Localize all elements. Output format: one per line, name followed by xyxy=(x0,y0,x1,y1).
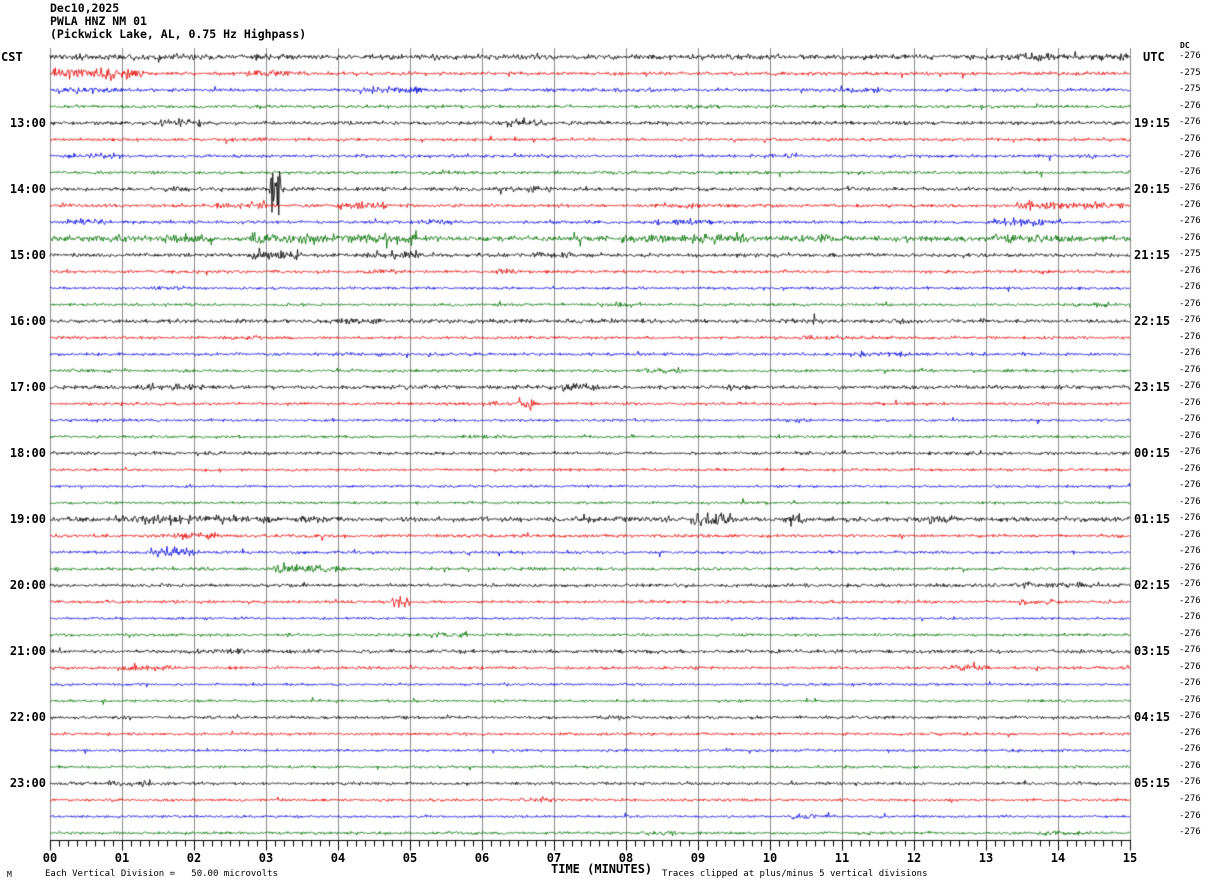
dc-offset-value: -276 xyxy=(1179,265,1201,276)
dc-offset-value: -276 xyxy=(1179,727,1201,738)
dc-offset-value: -276 xyxy=(1179,529,1201,540)
dc-offset-value: -276 xyxy=(1179,810,1201,821)
dc-offset-value: -276 xyxy=(1179,777,1201,788)
dc-offset-value: -276 xyxy=(1179,827,1201,838)
dc-offset-value: -276 xyxy=(1179,546,1201,557)
dc-offset-value: -275 xyxy=(1179,67,1201,78)
utc-time-label: 20:15 xyxy=(1134,182,1171,197)
dc-offset-value: -276 xyxy=(1179,414,1201,425)
dc-offset-value: -276 xyxy=(1179,480,1201,491)
dc-offset-value: -276 xyxy=(1179,562,1201,573)
title-block: Dec10,2025 PWLA HNZ NM 01 (Pickwick Lake… xyxy=(50,2,306,41)
utc-time-label: 04:15 xyxy=(1134,710,1171,725)
footnote-scale: Each Vertical Division = 50.00 microvolt… xyxy=(45,869,278,879)
x-tick-label: 04 xyxy=(330,851,346,865)
dc-offset-value: -276 xyxy=(1179,331,1201,342)
utc-time-label: 23:15 xyxy=(1134,380,1171,395)
dc-offset-value: -276 xyxy=(1179,628,1201,639)
cst-time-label: 17:00 xyxy=(9,380,46,395)
cst-time-label: 21:00 xyxy=(9,644,46,659)
cst-time-label: 22:00 xyxy=(9,710,46,725)
cst-time-label: 18:00 xyxy=(9,446,46,461)
x-tick-label: 10 xyxy=(762,851,778,865)
dc-offset-value: -276 xyxy=(1179,381,1201,392)
cst-time-label: 23:00 xyxy=(9,776,46,791)
x-tick-label: 02 xyxy=(186,851,202,865)
cst-time-label: 16:00 xyxy=(9,314,46,329)
dc-offset-value: -276 xyxy=(1179,298,1201,309)
x-tick-label: 14 xyxy=(1050,851,1066,865)
cst-time-label: 14:00 xyxy=(9,182,46,197)
heliplot-page: Dec10,2025 PWLA HNZ NM 01 (Pickwick Lake… xyxy=(0,0,1210,886)
dc-offset-value: -276 xyxy=(1179,430,1201,441)
dc-column-header: DC xyxy=(1180,41,1190,50)
dc-offset-value: -276 xyxy=(1179,513,1201,524)
dc-offset-value: -276 xyxy=(1179,183,1201,194)
dc-offset-value: -276 xyxy=(1179,364,1201,375)
utc-time-label: 01:15 xyxy=(1134,512,1171,527)
cst-time-label: 13:00 xyxy=(9,116,46,131)
watermark-glyph: M xyxy=(7,870,12,879)
x-axis-title: TIME (MINUTES) xyxy=(551,862,653,876)
dc-offset-value: -276 xyxy=(1179,711,1201,722)
dc-offset-value: -276 xyxy=(1179,612,1201,623)
dc-offset-value: -276 xyxy=(1179,117,1201,128)
utc-time-label: 05:15 xyxy=(1134,776,1171,791)
x-tick-label: 09 xyxy=(690,851,706,865)
cst-time-label: 15:00 xyxy=(9,248,46,263)
dc-offset-value: -276 xyxy=(1179,166,1201,177)
left-timezone-label: CST xyxy=(1,50,23,64)
dc-offset-value: -276 xyxy=(1179,595,1201,606)
dc-offset-value: -276 xyxy=(1179,348,1201,359)
dc-offset-value: -276 xyxy=(1179,793,1201,804)
dc-offset-value: -276 xyxy=(1179,232,1201,243)
x-tick-label: 13 xyxy=(978,851,994,865)
dc-offset-value: -275 xyxy=(1179,84,1201,95)
dc-offset-value: -276 xyxy=(1179,216,1201,227)
dc-offset-value: -275 xyxy=(1179,249,1201,260)
dc-offset-value: -276 xyxy=(1179,463,1201,474)
dc-offset-value: -276 xyxy=(1179,447,1201,458)
dc-offset-value: -276 xyxy=(1179,282,1201,293)
dc-offset-value: -276 xyxy=(1179,678,1201,689)
dc-offset-value: -276 xyxy=(1179,150,1201,161)
utc-time-label: 02:15 xyxy=(1134,578,1171,593)
dc-offset-value: -276 xyxy=(1179,100,1201,111)
footnote-clip: Traces clipped at plus/minus 5 vertical … xyxy=(662,869,928,879)
x-tick-label: 06 xyxy=(474,851,490,865)
dc-offset-value: -276 xyxy=(1179,133,1201,144)
title-location: (Pickwick Lake, AL, 0.75 Hz Highpass) xyxy=(50,27,307,41)
utc-time-label: 00:15 xyxy=(1134,446,1171,461)
x-tick-label: 03 xyxy=(258,851,274,865)
dc-offset-value: -276 xyxy=(1179,496,1201,507)
x-tick-label: 11 xyxy=(834,851,850,865)
x-tick-label: 15 xyxy=(1122,851,1138,865)
right-timezone-label: UTC xyxy=(1143,50,1165,64)
x-tick-label: 00 xyxy=(42,851,58,865)
dc-offset-value: -276 xyxy=(1179,51,1201,61)
dc-offset-value: -276 xyxy=(1179,397,1201,408)
x-tick-label: 01 xyxy=(114,851,130,865)
dc-offset-value: -276 xyxy=(1179,199,1201,210)
cst-time-label: 19:00 xyxy=(9,512,46,527)
x-tick-label: 05 xyxy=(402,851,418,865)
utc-time-label: 22:15 xyxy=(1134,314,1171,329)
dc-offset-value: -276 xyxy=(1179,694,1201,705)
seismogram-canvas xyxy=(0,0,1210,886)
dc-offset-value: -276 xyxy=(1179,661,1201,672)
dc-offset-value: -276 xyxy=(1179,645,1201,656)
dc-offset-value: -276 xyxy=(1179,579,1201,590)
dc-offset-value: -276 xyxy=(1179,744,1201,755)
utc-time-label: 19:15 xyxy=(1134,116,1171,131)
utc-time-label: 03:15 xyxy=(1134,644,1171,659)
x-tick-label: 12 xyxy=(906,851,922,865)
cst-time-label: 20:00 xyxy=(9,578,46,593)
dc-offset-value: -276 xyxy=(1179,315,1201,326)
dc-offset-value: -276 xyxy=(1179,760,1201,771)
utc-time-label: 21:15 xyxy=(1134,248,1171,263)
